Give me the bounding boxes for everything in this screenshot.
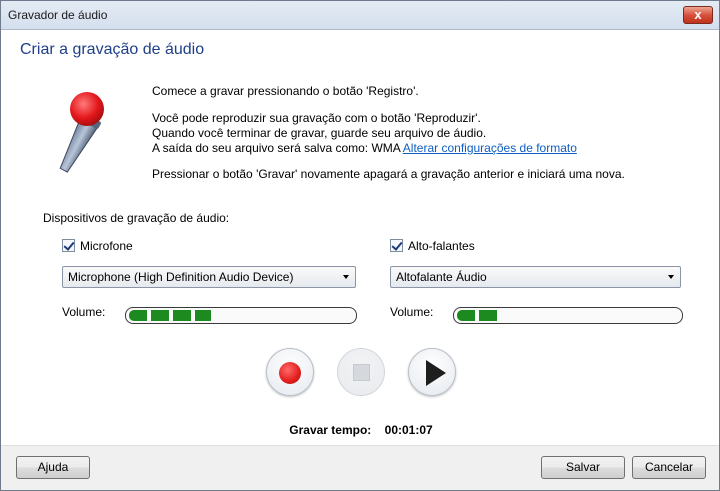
instructions: Comece a gravar pressionando o botão 'Re… (152, 84, 692, 181)
instruction-overwrite: Pressionar o botão 'Gravar' novamente ap… (152, 167, 625, 181)
title-bar[interactable]: Gravador de áudio x (1, 1, 719, 30)
microphone-checkbox[interactable]: Microfone (62, 238, 133, 253)
speakers-volume-label: Volume: (390, 305, 434, 319)
record-time-value: 00:01:07 (384, 423, 433, 437)
cancel-button[interactable]: Cancelar (632, 456, 706, 479)
microphone-volume-meter (125, 307, 357, 324)
stop-icon (353, 364, 370, 381)
record-time-label: Gravar tempo: (289, 423, 372, 437)
microphone-device-value: Microphone (High Definition Audio Device… (68, 270, 294, 284)
help-button[interactable]: Ajuda (16, 456, 90, 479)
microphone-device-select[interactable]: Microphone (High Definition Audio Device… (62, 266, 356, 288)
change-format-link[interactable]: Alterar configurações de formato (403, 141, 577, 155)
play-button[interactable] (408, 348, 456, 396)
speakers-checkbox[interactable]: Alto-falantes (390, 238, 475, 253)
speakers-volume-fill (457, 310, 501, 321)
speakers-checkbox-label: Alto-falantes (408, 238, 475, 253)
dropdown-arrow-icon (668, 275, 674, 279)
close-button[interactable]: x (683, 6, 713, 24)
microphone-icon (43, 89, 123, 179)
stop-button[interactable] (337, 348, 385, 396)
footer: Ajuda Salvar Cancelar (1, 445, 719, 490)
close-icon: x (694, 7, 702, 22)
play-icon (426, 360, 446, 386)
instruction-save: Quando você terminar de gravar, guarde s… (152, 126, 487, 140)
speakers-device-value: Altofalante Áudio (396, 270, 487, 284)
dropdown-arrow-icon (343, 275, 349, 279)
speakers-device-select[interactable]: Altofalante Áudio (390, 266, 681, 288)
record-icon (279, 362, 301, 384)
record-time: Gravar tempo: 00:01:07 (1, 423, 720, 437)
speakers-volume-meter (453, 307, 683, 324)
microphone-volume-label: Volume: (62, 305, 106, 319)
instruction-record: Comece a gravar pressionando o botão 'Re… (152, 84, 419, 98)
microphone-volume-fill (129, 310, 211, 321)
microphone-checkbox-label: Microfone (80, 238, 133, 253)
devices-label: Dispositivos de gravação de áudio: (43, 211, 230, 225)
page-title: Criar a gravação de áudio (20, 41, 205, 58)
instruction-play: Você pode reproduzir sua gravação com o … (152, 111, 481, 125)
record-button[interactable] (266, 348, 314, 396)
checkbox-checked-icon[interactable] (390, 239, 403, 252)
save-button[interactable]: Salvar (541, 456, 625, 479)
window-title: Gravador de áudio (8, 8, 108, 22)
instruction-format: A saída do seu arquivo será salva como: … (152, 141, 577, 156)
format-text: A saída do seu arquivo será salva como: … (152, 141, 401, 155)
checkbox-checked-icon[interactable] (62, 239, 75, 252)
audio-recorder-window: Gravador de áudio x Criar a gravação de … (0, 0, 720, 491)
